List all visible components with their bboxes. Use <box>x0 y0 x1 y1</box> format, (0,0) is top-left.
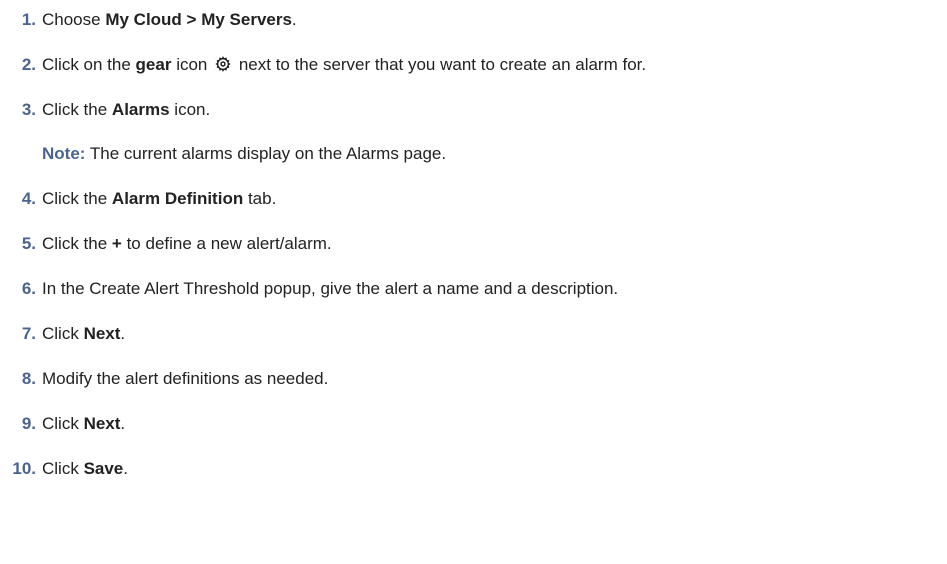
step-number: 4. <box>21 189 36 208</box>
step-text: icon <box>171 55 213 74</box>
step-5: 5. Click the + to define a new alert/alar… <box>0 232 332 256</box>
step-8: 8. Modify the alert definitions as needed… <box>0 367 329 391</box>
step-text: Click the <box>42 189 112 208</box>
step-number: 6. <box>21 279 36 298</box>
step-text: Choose <box>42 10 106 29</box>
step-text: . <box>123 459 128 478</box>
step-bold-text: Alarm Definition <box>111 189 244 208</box>
step-text: Click on the <box>42 55 136 74</box>
step-bold-text: My Cloud > My Servers <box>105 10 292 29</box>
procedure-steps: 1. Choose My Cloud > My Servers. 2. Click … <box>0 0 947 564</box>
step-text: icon. <box>169 100 211 119</box>
step-9: 9. Click Next. <box>0 412 125 436</box>
step-text: . <box>120 414 126 433</box>
gear-icon <box>215 56 231 72</box>
step-number: 3. <box>21 100 36 119</box>
step-bold-text: Next <box>83 324 121 343</box>
step-text: Click the <box>42 100 112 119</box>
note: Note: The current alarms display on the … <box>42 142 446 166</box>
step-10: 10. Click Save. <box>0 457 128 481</box>
step-number: 10. <box>12 459 36 478</box>
step-6: 6. In the Create Alert Threshold popup, g… <box>0 277 618 301</box>
step-text: to define a new alert/alarm. <box>121 234 332 253</box>
step-7: 7. Click Next. <box>0 322 125 346</box>
step-2: 2. Click on the gear icon next to the ser… <box>0 53 646 77</box>
step-text: Modify the alert definitions as needed. <box>42 369 329 388</box>
step-bold-text: Next <box>83 414 121 433</box>
step-4: 4. Click the Alarm Definition tab. <box>0 187 277 211</box>
step-bold-text: Alarms <box>111 100 170 119</box>
step-number: 2. <box>21 55 36 74</box>
step-number: 1. <box>21 10 36 29</box>
step-bold-text: Save <box>83 459 124 478</box>
step-text: Click <box>42 459 84 478</box>
note-text: The current alarms display on the Alarms… <box>85 144 447 163</box>
step-text: tab. <box>243 189 277 208</box>
step-number: 8. <box>21 369 36 388</box>
step-1: 1. Choose My Cloud > My Servers. <box>0 8 297 32</box>
step-number: 9. <box>21 414 36 433</box>
step-text: . <box>291 10 297 29</box>
step-number: 5. <box>21 234 36 253</box>
step-text: In the Create Alert Threshold popup, giv… <box>42 279 619 298</box>
step-text: Click the <box>42 234 112 253</box>
step-text: . <box>120 324 126 343</box>
step-3: 3. Click the Alarms icon. <box>0 98 210 122</box>
step-text: next to the server that you want to crea… <box>234 55 647 74</box>
step-bold-text: + <box>111 234 122 253</box>
step-number: 7. <box>21 324 36 343</box>
step-text: Click <box>42 414 84 433</box>
step-bold-text: gear <box>135 55 172 74</box>
note-label: Note: <box>42 144 86 163</box>
step-text: Click <box>42 324 84 343</box>
